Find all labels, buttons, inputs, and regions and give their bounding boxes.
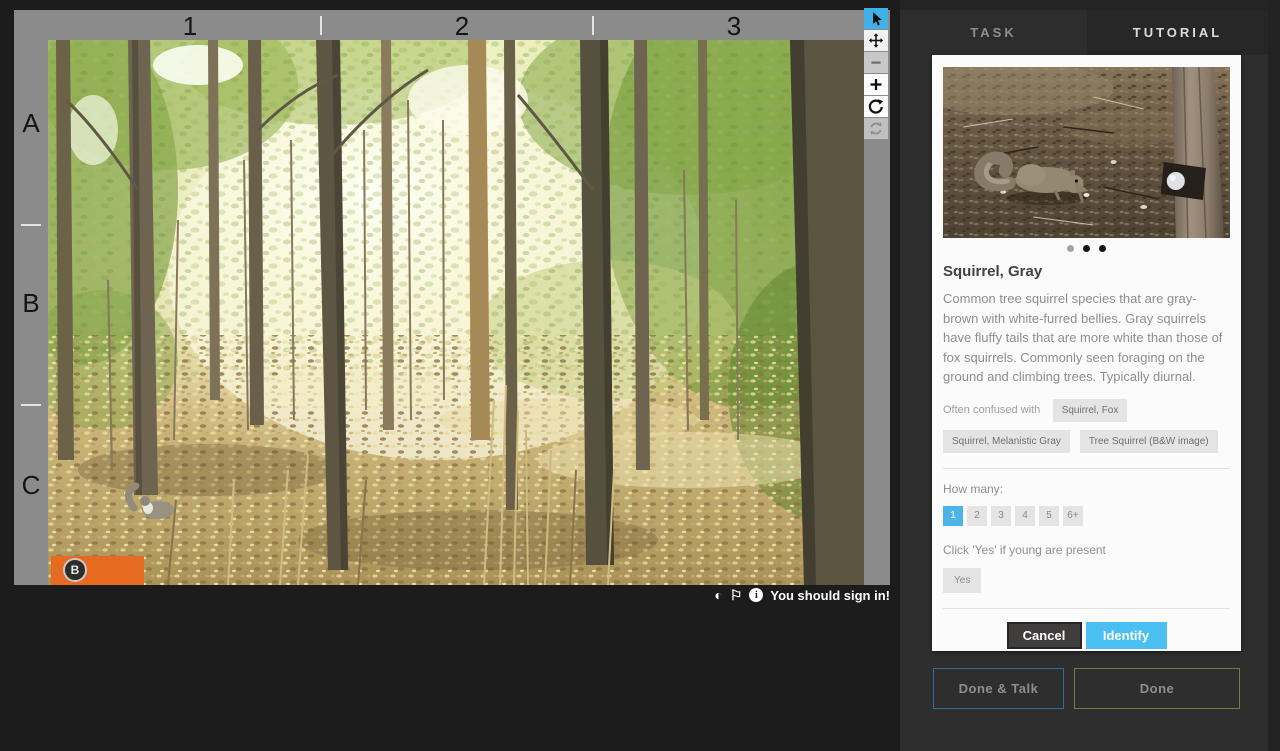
ruler-tick [21, 404, 41, 406]
divider [943, 467, 1230, 469]
annotation-app: 1 2 3 A B C B ◐ ⚐ i You should sign in! … [0, 0, 1280, 751]
ruler-tick [21, 224, 41, 226]
sign-in-message: You should sign in! [770, 587, 890, 603]
column-label: 2 [454, 11, 470, 41]
count-button-1[interactable]: 1 [943, 505, 963, 526]
tab-tutorial[interactable]: TUTORIAL [1087, 10, 1268, 55]
young-present-label: Click 'Yes' if young are present [943, 542, 1106, 557]
card-actions: Cancel Identify [943, 621, 1230, 649]
count-button-4[interactable]: 4 [1015, 505, 1035, 526]
flag-icon[interactable]: ⚐ [730, 588, 743, 602]
column-label: 3 [726, 11, 742, 41]
carousel-dots [943, 244, 1230, 252]
carousel-dot[interactable] [1066, 245, 1074, 252]
zoom-out-button[interactable] [864, 52, 888, 73]
tabs-strip: TASK TUTORIAL [900, 0, 1268, 55]
row-label: B [22, 288, 40, 318]
count-button-3[interactable]: 3 [991, 505, 1011, 526]
refresh-icon [870, 122, 882, 135]
how-many-label: How many: [943, 481, 1004, 496]
zoom-in-button[interactable] [864, 74, 888, 95]
row-ruler: A B C [14, 40, 48, 585]
divider [943, 607, 1230, 609]
carousel-dot[interactable] [1099, 245, 1107, 252]
species-photo [943, 67, 1230, 238]
ruler-tick [592, 16, 594, 35]
viewer-toolbar [864, 8, 888, 140]
cursor-icon [873, 12, 882, 26]
pan-tool-button[interactable] [864, 30, 888, 51]
tab-tutorial-label: TUTORIAL [1132, 25, 1223, 40]
count-button-5[interactable]: 5 [1039, 505, 1059, 526]
count-button-2[interactable]: 2 [967, 505, 987, 526]
row-label: A [22, 108, 40, 138]
rotate-icon [868, 99, 884, 114]
viewer-status-bar: ◐ ⚐ i You should sign in! [14, 586, 890, 604]
plus-icon [870, 78, 882, 91]
chip-squirrel-fox[interactable]: Squirrel, Fox [1052, 398, 1128, 422]
species-description: Common tree squirrel species that are gr… [943, 291, 1223, 384]
tab-task[interactable]: TASK [900, 10, 1087, 55]
squirrel-thumbnail-photo [943, 67, 1230, 238]
reset-button[interactable] [864, 118, 888, 139]
column-ruler: 1 2 3 [14, 10, 890, 41]
carousel-dot[interactable] [1083, 245, 1090, 252]
chip-squirrel-melanistic-gray[interactable]: Squirrel, Melanistic Gray [943, 429, 1070, 453]
confused-row: Often confused with Squirrel, Fox Squirr… [943, 398, 1230, 453]
watermark-letter: B [71, 563, 80, 577]
minus-icon [871, 61, 881, 64]
row-label: C [21, 470, 41, 500]
tab-task-label: TASK [970, 25, 1017, 40]
count-options: 1 2 3 4 5 6+ [943, 505, 1230, 526]
move-icon [868, 33, 884, 48]
select-tool-button[interactable] [864, 8, 888, 29]
confused-label: Often confused with [943, 403, 1041, 416]
task-panel: TASK TUTORIAL Squirrel, Gray Common tree… [900, 0, 1280, 751]
trail-camera-photo: B [48, 40, 864, 585]
info-icon[interactable]: i [749, 588, 764, 602]
panel-gutter [1268, 0, 1280, 751]
contrast-icon[interactable]: ◐ [714, 588, 722, 602]
ruler-tick [320, 16, 322, 35]
chip-tree-squirrel-bw[interactable]: Tree Squirrel (B&W image) [1079, 429, 1218, 453]
cancel-button[interactable]: Cancel [1006, 621, 1082, 649]
identify-button[interactable]: Identify [1085, 621, 1167, 649]
rotate-button[interactable] [864, 96, 888, 117]
species-card: Squirrel, Gray Common tree squirrel spec… [932, 55, 1241, 651]
species-name: Squirrel, Gray [943, 263, 1043, 280]
done-button[interactable]: Done [1074, 668, 1240, 709]
count-button-6plus[interactable]: 6+ [1063, 505, 1083, 526]
column-label: 1 [182, 11, 198, 41]
young-yes-button[interactable]: Yes [943, 567, 982, 593]
done-and-talk-button[interactable]: Done & Talk [933, 668, 1064, 709]
subject-image[interactable]: B [48, 40, 864, 585]
camera-brand-watermark: B [51, 556, 144, 585]
